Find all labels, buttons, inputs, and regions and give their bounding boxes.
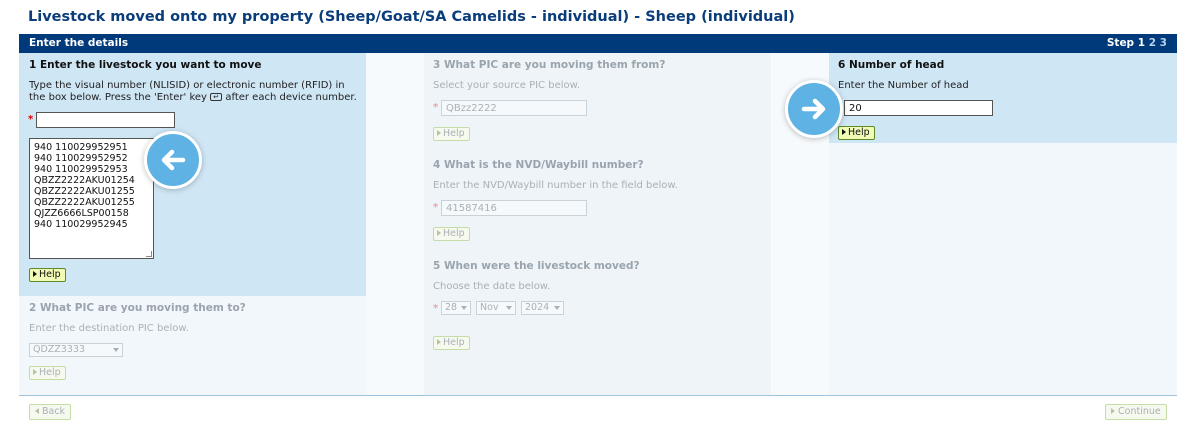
device-number-input[interactable]	[36, 112, 175, 128]
column-1: 1 Enter the livestock you want to move T…	[19, 53, 366, 395]
section-5-title: 5 When were the livestock moved?	[433, 260, 640, 272]
play-icon	[437, 339, 441, 345]
wizard-header-title: Enter the details	[29, 37, 129, 49]
required-marker: *	[433, 202, 439, 213]
column-2: 3 What PIC are you moving them from? Sel…	[424, 53, 771, 395]
move-right-button[interactable]	[785, 80, 843, 138]
device-entry: QJZZ6666LSP00158	[34, 208, 129, 219]
section-number-of-head: 6 Number of head Enter the Number of hea…	[829, 53, 1177, 143]
wizard-header: Enter the details Step 1 2 3	[19, 34, 1177, 53]
help-label: Help	[443, 228, 465, 239]
continue-button[interactable]: Continue	[1105, 404, 1167, 420]
step-others[interactable]: 2 3	[1149, 37, 1167, 49]
device-entry: QBZZ2222AKU01254	[34, 175, 135, 186]
back-label: Back	[42, 406, 66, 417]
destination-pic-select[interactable]: QDZZ3333	[29, 343, 123, 357]
select-value: 2024	[525, 302, 550, 313]
arrow-right-small-icon	[1111, 408, 1115, 414]
device-entry: 940 110029952953	[34, 164, 128, 175]
section-source-pic: 3 What PIC are you moving them from? Sel…	[424, 53, 771, 156]
help-button-section-6[interactable]: Help	[838, 126, 875, 140]
help-button-section-2[interactable]: Help	[29, 366, 66, 380]
help-label: Help	[39, 367, 61, 378]
section-4-description: Enter the NVD/Waybill number in the fiel…	[433, 180, 678, 191]
section-1-desc-text-2: after each device number.	[225, 92, 357, 103]
chevron-down-icon	[461, 306, 467, 310]
help-label: Help	[39, 269, 61, 280]
step-indicator: Step 1 2 3	[1107, 37, 1167, 49]
help-button-section-5[interactable]: Help	[433, 336, 470, 350]
wizard-content: 1 Enter the livestock you want to move T…	[19, 53, 1177, 395]
resize-grip-icon[interactable]	[146, 251, 152, 257]
section-6-description: Enter the Number of head	[838, 80, 969, 91]
device-entry: 940 110029952952	[34, 153, 128, 164]
back-button[interactable]: Back	[29, 404, 72, 420]
section-2-description: Enter the destination PIC below.	[29, 323, 189, 334]
number-of-head-input[interactable]	[844, 100, 993, 116]
chevron-down-icon	[113, 348, 119, 352]
chevron-down-icon	[554, 306, 560, 310]
play-icon	[33, 369, 37, 375]
step-current: 1	[1137, 37, 1146, 49]
footer-divider	[19, 395, 1177, 396]
help-label: Help	[848, 127, 870, 138]
section-5-description: Choose the date below.	[433, 281, 551, 292]
help-label: Help	[443, 128, 465, 139]
year-select[interactable]: 2024	[521, 301, 564, 315]
month-select[interactable]: Nov	[476, 301, 516, 315]
play-icon	[33, 271, 37, 277]
device-entry: QBZZ2222AKU01255	[34, 186, 135, 197]
column-3: 6 Number of head Enter the Number of hea…	[829, 53, 1177, 395]
section-1-title: 1 Enter the livestock you want to move	[29, 59, 262, 71]
section-4-title: 4 What is the NVD/Waybill number?	[433, 159, 644, 171]
section-1-description: Type the visual number (NLISID) or elect…	[29, 80, 359, 104]
section-nvd: 4 What is the NVD/Waybill number? Enter …	[424, 156, 771, 255]
play-icon	[842, 129, 846, 135]
source-pic-input[interactable]	[441, 100, 587, 116]
section-3-title: 3 What PIC are you moving them from?	[433, 59, 666, 71]
column-gap	[366, 53, 424, 395]
page-title: Livestock moved onto my property (Sheep/…	[28, 9, 795, 25]
help-button-section-3[interactable]: Help	[433, 127, 470, 141]
select-value: QDZZ3333	[33, 344, 85, 355]
select-value: Nov	[480, 302, 499, 313]
section-destination-pic: 2 What PIC are you moving them to? Enter…	[19, 296, 366, 395]
required-marker: *	[433, 303, 439, 314]
device-entry: 940 110029952945	[34, 219, 128, 230]
section-6-title: 6 Number of head	[838, 59, 945, 71]
continue-label: Continue	[1118, 406, 1161, 417]
device-entry: QBZZ2222AKU01255	[34, 197, 135, 208]
section-date: 5 When were the livestock moved? Choose …	[424, 255, 771, 395]
select-value: 28	[445, 302, 458, 313]
play-icon	[437, 130, 441, 136]
enter-key-icon: ↵	[210, 93, 223, 101]
help-button-section-1[interactable]: Help	[29, 268, 66, 282]
required-marker: *	[433, 102, 439, 113]
play-icon	[437, 230, 441, 236]
help-label: Help	[443, 337, 465, 348]
chevron-down-icon	[506, 306, 512, 310]
required-marker: *	[28, 114, 34, 125]
section-2-title: 2 What PIC are you moving them to?	[29, 302, 246, 314]
device-list-textarea[interactable]: 940 110029952951 940 110029952952 940 11…	[29, 138, 154, 259]
nvd-waybill-input[interactable]	[441, 200, 587, 216]
move-left-button[interactable]	[144, 131, 202, 189]
arrow-left-small-icon	[35, 408, 39, 414]
step-prefix: Step	[1106, 37, 1135, 49]
device-entry: 940 110029952951	[34, 142, 128, 153]
help-button-section-4[interactable]: Help	[433, 227, 470, 241]
arrow-left-icon	[161, 149, 186, 171]
arrow-right-icon	[801, 98, 826, 120]
section-3-description: Select your source PIC below.	[433, 80, 581, 91]
day-select[interactable]: 28	[441, 301, 471, 315]
